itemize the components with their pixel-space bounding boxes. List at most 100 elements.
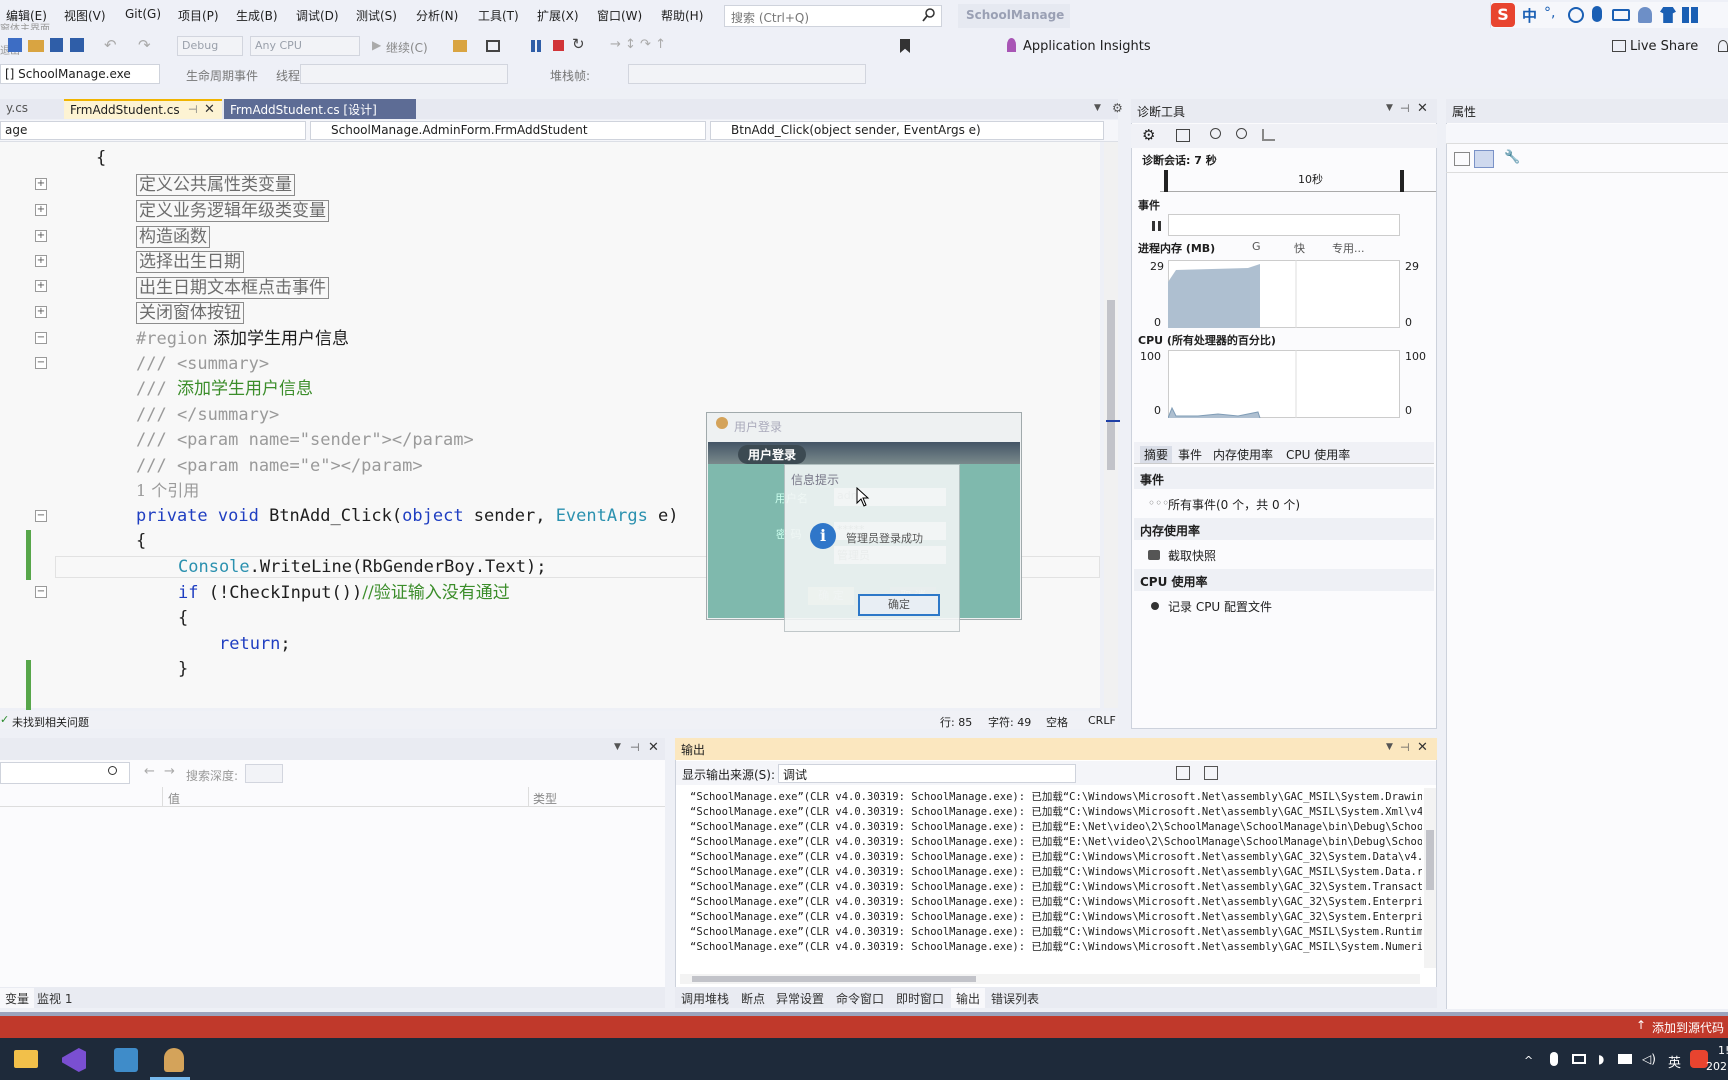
tab-summary[interactable]: 摘要	[1140, 446, 1173, 463]
tab-command-window[interactable]: 命令窗口	[831, 988, 889, 1008]
close-icon[interactable]: ✕	[1417, 740, 1428, 755]
mic-icon[interactable]	[1550, 1052, 1558, 1066]
member-nav-select[interactable]: BtnAdd_Click(object sender, EventArgs e)	[710, 121, 1104, 140]
keyboard-icon[interactable]	[1572, 1054, 1586, 1064]
pause-icon-b[interactable]	[1158, 221, 1161, 231]
file-explorer-icon[interactable]	[14, 1050, 38, 1068]
tab-breakpoints[interactable]: 断点	[736, 988, 770, 1008]
menu-analyze[interactable]: 分析(N)	[416, 7, 458, 24]
code-brace[interactable]: {	[96, 147, 106, 169]
events-header[interactable]: 事件	[1138, 197, 1160, 213]
continue-button[interactable]: 继续(C)	[386, 39, 428, 56]
alphabetical-icon[interactable]	[1474, 150, 1494, 168]
pin-icon[interactable]: ⊣	[1400, 741, 1410, 754]
tab-error-list[interactable]: 错误列表	[986, 988, 1044, 1008]
expand-icon[interactable]: +	[35, 280, 47, 292]
save-icon[interactable]	[50, 38, 63, 52]
undo-icon[interactable]: ↶	[104, 36, 117, 54]
pin-icon[interactable]: ⊣	[1400, 102, 1410, 115]
live-share-icon[interactable]	[1612, 40, 1626, 52]
output-vscroll-thumb[interactable]	[1426, 830, 1434, 890]
expand-icon[interactable]: +	[35, 178, 47, 190]
collapse-icon[interactable]: −	[35, 586, 47, 598]
menu-help[interactable]: 帮助(H)	[661, 7, 703, 24]
line-number[interactable]: 行: 85	[940, 714, 972, 730]
feedback-icon[interactable]	[1718, 40, 1728, 52]
lifecycle-events[interactable]: 生命周期事件	[186, 67, 258, 84]
search-input[interactable]: 搜索 (Ctrl+Q)	[724, 5, 942, 27]
events-track[interactable]	[1168, 214, 1400, 236]
expand-icon[interactable]: +	[35, 255, 47, 267]
process-select[interactable]: [] SchoolManage.exe	[0, 64, 160, 84]
collapse-icon[interactable]: −	[35, 332, 47, 344]
keyboard-icon[interactable]	[1612, 9, 1630, 21]
tab-immediate-window[interactable]: 即时窗口	[891, 988, 949, 1008]
toggle-icon[interactable]	[1204, 766, 1218, 780]
timeline-end-marker[interactable]	[1400, 170, 1404, 192]
stop-icon[interactable]	[553, 40, 564, 51]
forward-icon[interactable]: →	[164, 764, 175, 779]
search-depth-select[interactable]	[245, 764, 283, 783]
tab-output[interactable]: 输出	[951, 988, 986, 1008]
line-ending[interactable]: CRLF	[1088, 714, 1116, 727]
menu-git[interactable]: Git(G)	[125, 7, 161, 21]
output-source-select[interactable]: 调试	[778, 764, 1076, 783]
folder-icon[interactable]	[453, 40, 467, 52]
collapsed-region[interactable]: 定义业务逻辑年级类变量	[136, 200, 329, 222]
message-ok-button[interactable]: 确定	[858, 594, 940, 616]
collapsed-region[interactable]: 定义公共属性类变量	[136, 174, 295, 196]
continue-icon[interactable]: ▶	[372, 38, 381, 52]
tab-watch-1[interactable]: 监视 1	[32, 988, 77, 1008]
menu-test[interactable]: 测试(S)	[356, 7, 397, 24]
stack-frame-select[interactable]	[628, 64, 866, 84]
reference-count[interactable]: 1 个引用	[136, 480, 199, 502]
expand-icon[interactable]: +	[35, 306, 47, 318]
collapsed-region[interactable]: 关闭窗体按钮	[136, 302, 244, 324]
platform-select[interactable]: Any CPU	[250, 36, 360, 56]
collapse-icon[interactable]: −	[35, 510, 47, 522]
menu-view[interactable]: 视图(V)	[64, 7, 106, 24]
app-insights-icon[interactable]	[1007, 38, 1016, 52]
step-icons[interactable]: → ↕ ↷ ↑	[610, 37, 666, 52]
pause-icon[interactable]	[537, 40, 541, 52]
word-wrap-icon[interactable]	[1176, 766, 1190, 780]
mic-icon[interactable]	[1592, 6, 1602, 22]
sogou-icon[interactable]: S	[1491, 3, 1515, 27]
schoolmanage-app-icon[interactable]	[164, 1048, 184, 1072]
thread-select[interactable]	[300, 64, 508, 84]
expand-icon[interactable]: +	[35, 204, 47, 216]
menu-tools[interactable]: 工具(T)	[478, 7, 519, 24]
export-icon[interactable]	[1176, 129, 1190, 142]
pause-icon[interactable]	[1152, 221, 1155, 231]
menu-window[interactable]: 窗口(W)	[597, 7, 642, 24]
menu-debug[interactable]: 调试(D)	[296, 7, 339, 24]
zoom-in-icon[interactable]	[1210, 128, 1221, 139]
categorized-icon[interactable]	[1454, 152, 1470, 166]
new-project-icon[interactable]	[8, 38, 22, 52]
back-icon[interactable]: ←	[144, 764, 155, 779]
ime-mode[interactable]: 中	[1522, 5, 1537, 26]
timeline-start-marker[interactable]	[1164, 170, 1168, 192]
record-cpu-profile-button[interactable]: 记录 CPU 配置文件	[1168, 598, 1272, 615]
tab-call-stack[interactable]: 调用堆栈	[676, 988, 734, 1008]
config-select[interactable]: Debug	[177, 36, 243, 56]
grid-icon[interactable]	[1682, 7, 1698, 23]
add-to-source-control[interactable]: 添加到源代码	[1652, 1019, 1724, 1036]
tab-memory-usage[interactable]: 内存使用率	[1213, 446, 1273, 463]
column-type[interactable]: 类型	[533, 790, 557, 807]
collapsed-region[interactable]: 选择出生日期	[136, 251, 244, 273]
open-folder-icon[interactable]	[28, 40, 44, 52]
save-all-icon[interactable]	[70, 38, 84, 52]
settings-icon[interactable]: ⚙	[1142, 126, 1155, 144]
tab-other-file[interactable]: y.cs	[0, 99, 34, 119]
network-icon[interactable]: ◗	[1598, 1052, 1604, 1066]
expand-icon[interactable]: +	[35, 230, 47, 242]
clock-time[interactable]: 1!	[1718, 1044, 1728, 1057]
panel-menu-icon[interactable]: ▼	[1386, 103, 1393, 113]
column-value[interactable]: 值	[168, 790, 180, 807]
app-insights-button[interactable]: Application Insights	[1023, 39, 1151, 54]
emoji-icon[interactable]	[1568, 7, 1584, 23]
restart-icon[interactable]: ↻	[572, 35, 585, 53]
redo-icon[interactable]: ↷	[138, 36, 151, 54]
clock-date[interactable]: 202	[1706, 1060, 1727, 1073]
